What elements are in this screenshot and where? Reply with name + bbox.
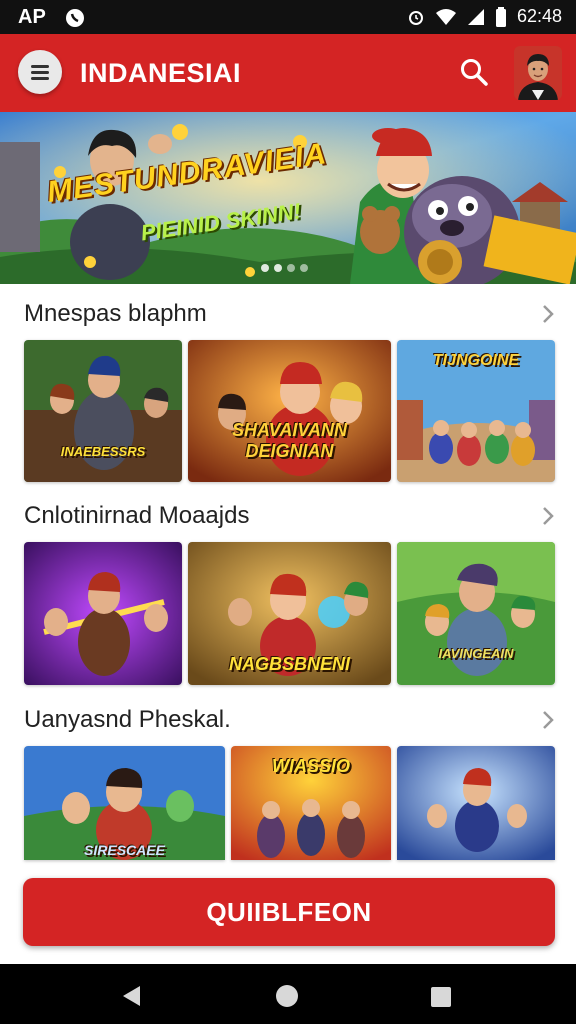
game-tile-artwork bbox=[397, 746, 555, 860]
hero-banner[interactable]: MESTUNDRAVIEIA PIEINID SKINN! bbox=[0, 112, 576, 284]
recents-icon[interactable] bbox=[430, 986, 452, 1008]
whatsapp-icon bbox=[65, 8, 84, 27]
home-icon[interactable] bbox=[275, 984, 299, 1008]
game-tile-artwork bbox=[397, 542, 555, 685]
game-tile[interactable]: TIJNGOINE bbox=[397, 340, 555, 482]
game-tile[interactable]: INAEBESSRS bbox=[24, 340, 182, 482]
game-tile[interactable]: IAVINGEAIN bbox=[397, 542, 555, 685]
game-tile-label: NAGBSBNENI bbox=[228, 654, 350, 674]
game-tile[interactable] bbox=[24, 542, 182, 685]
section-title: Uanyasnd Pheskal. bbox=[24, 706, 231, 733]
game-tile-label: SIRESCAEE bbox=[84, 842, 165, 858]
menu-button[interactable] bbox=[18, 50, 62, 94]
primary-cta-button[interactable]: QUIIBLFEON bbox=[23, 878, 555, 946]
game-tile-artwork bbox=[24, 340, 182, 482]
avatar[interactable] bbox=[514, 46, 562, 100]
section-title: Cnlotinirnad Moaajds bbox=[24, 502, 250, 529]
alarm-icon bbox=[408, 10, 423, 25]
chevron-right-icon[interactable] bbox=[540, 304, 556, 324]
game-tile-label: IAVINGEAIN bbox=[438, 646, 514, 661]
signal-icon bbox=[467, 8, 484, 25]
game-tile-label: INAEBESSRS bbox=[60, 444, 146, 459]
app-title: INDANESIAI bbox=[80, 58, 242, 88]
game-tile-label: SHAVAIVANN DEIGNIAN bbox=[231, 420, 347, 461]
section-header-3[interactable]: Uanyasnd Pheskal. bbox=[24, 704, 556, 734]
game-tile-artwork bbox=[24, 542, 182, 685]
game-tile[interactable] bbox=[397, 746, 555, 860]
game-tile[interactable]: SHAVAIVANN DEIGNIAN bbox=[188, 340, 391, 482]
game-tile[interactable]: WIASSIO bbox=[231, 746, 391, 860]
status-bar: AP 62:48 bbox=[0, 0, 576, 34]
wifi-icon bbox=[435, 8, 456, 25]
chevron-right-icon[interactable] bbox=[540, 710, 556, 730]
system-nav-bar bbox=[0, 964, 576, 1024]
battery-icon bbox=[495, 6, 506, 27]
clock-text: 62:48 bbox=[516, 6, 562, 26]
game-tile[interactable]: SIRESCAEE bbox=[24, 746, 225, 860]
section-header-2[interactable]: Cnlotinirnad Moaajds bbox=[24, 500, 556, 530]
back-icon[interactable] bbox=[120, 984, 144, 1008]
app-bar: INDANESIAI bbox=[0, 34, 576, 112]
carrier-text: AP bbox=[18, 6, 46, 28]
game-tile-label: TIJNGOINE bbox=[432, 352, 520, 369]
search-icon[interactable] bbox=[458, 56, 490, 88]
section-title: Mnespas blaphm bbox=[24, 300, 207, 327]
game-tile-label: WIASSIO bbox=[271, 756, 350, 776]
chevron-right-icon[interactable] bbox=[540, 506, 556, 526]
section-header-1[interactable]: Mnespas blaphm bbox=[24, 298, 556, 328]
game-tile[interactable]: NAGBSBNENI bbox=[188, 542, 391, 685]
